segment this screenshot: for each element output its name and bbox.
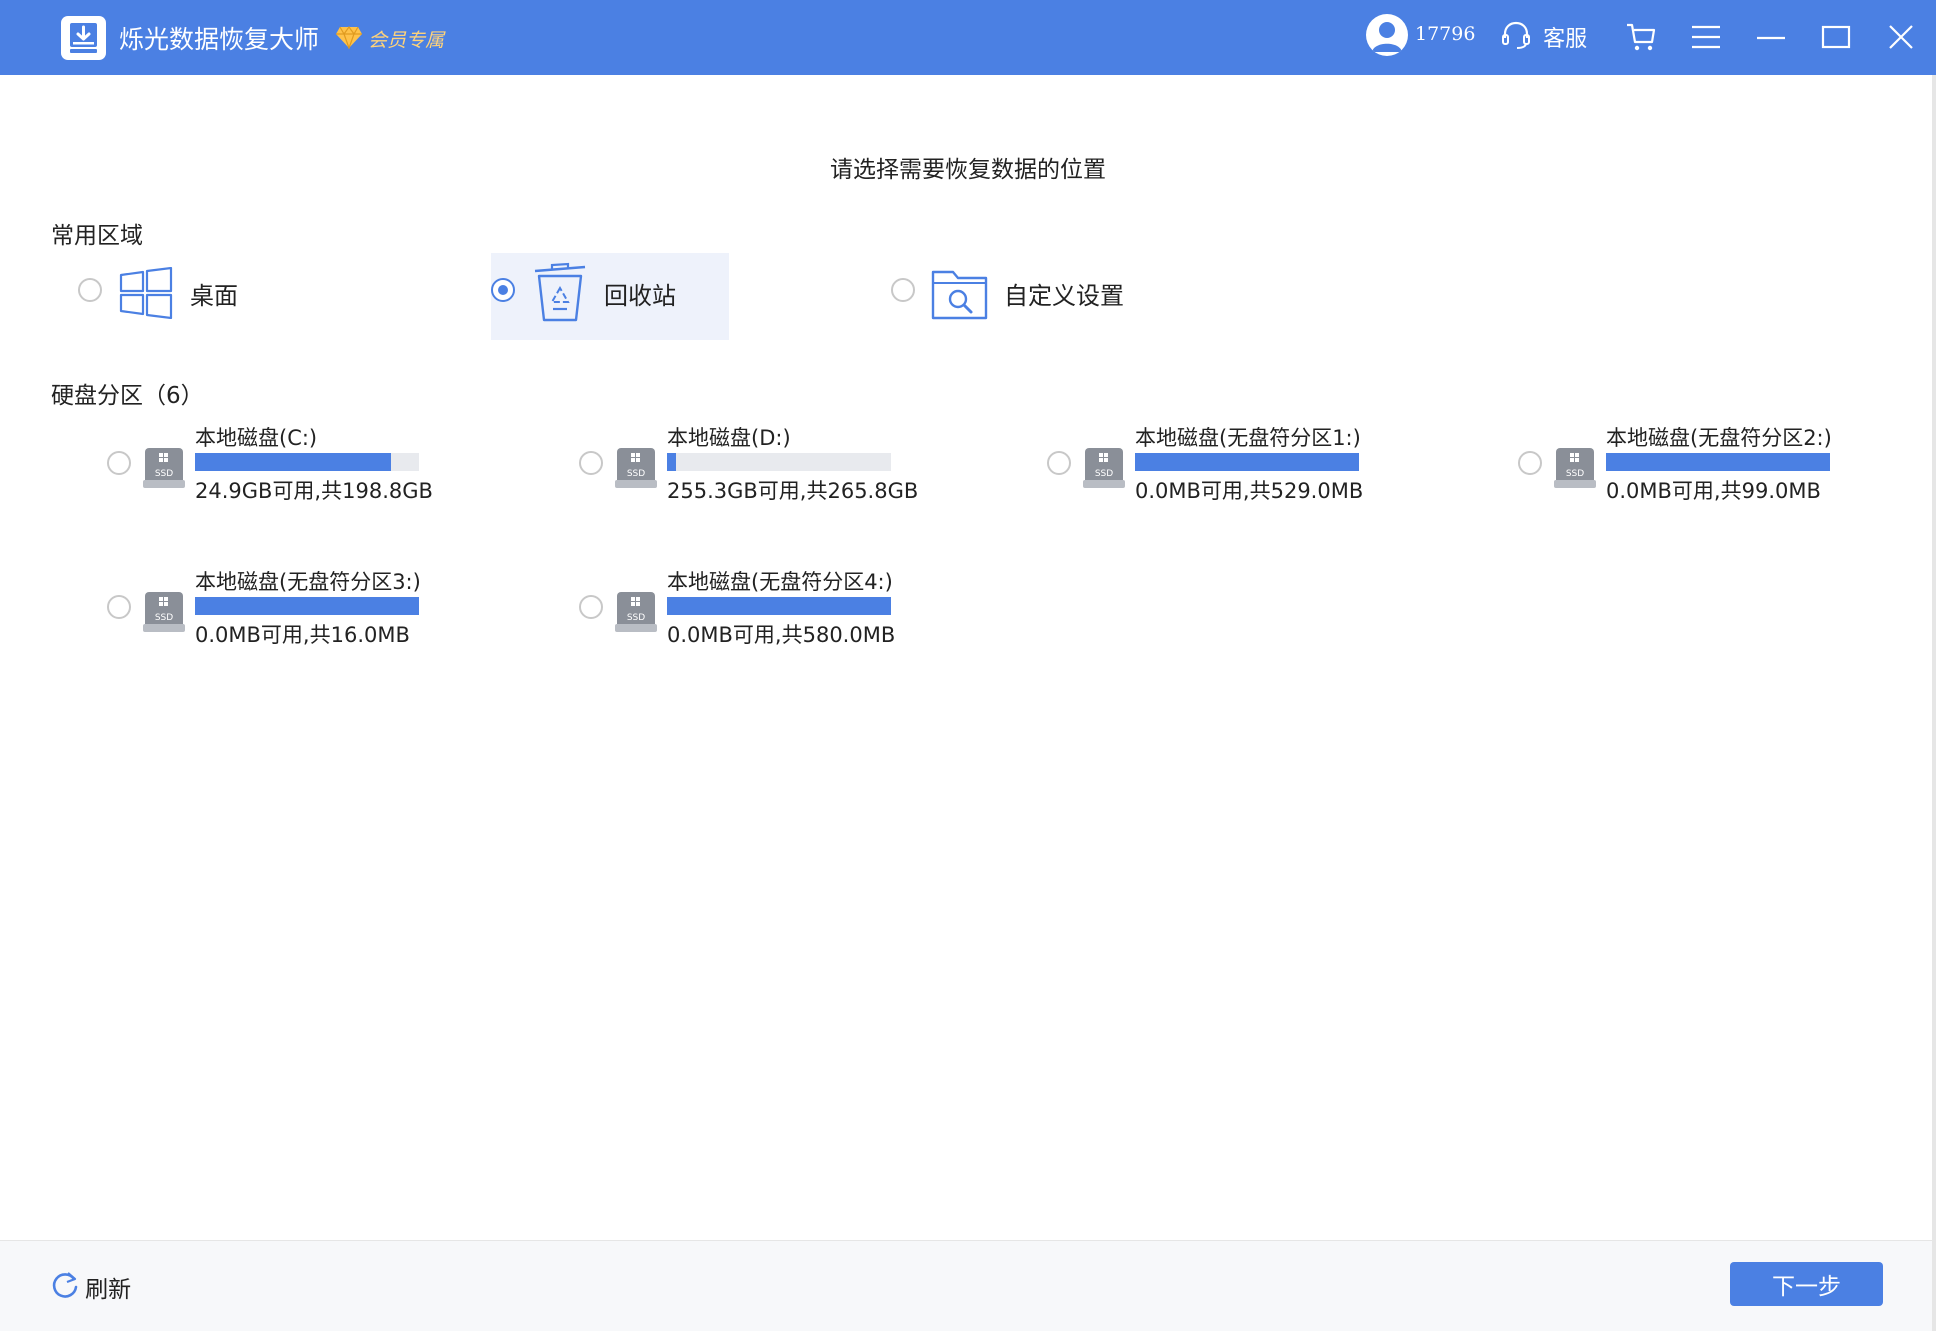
location-label-custom[interactable]: 自定义设置 — [1004, 276, 1124, 311]
ssd-drive-icon: SSD — [1081, 446, 1127, 494]
ssd-drive-icon: SSD — [1552, 446, 1598, 494]
drive-usage-fill — [195, 597, 419, 615]
ssd-drive-icon: SSD — [141, 590, 187, 638]
drive-size-text: 255.3GB可用,共265.8GB — [667, 479, 919, 503]
drive-item[interactable]: SSD 本地磁盘(无盘符分区1:) 0.0MB可用,共529.0MB — [1047, 422, 1363, 503]
vip-label: 会员专属 — [368, 29, 445, 52]
close-icon[interactable] — [1881, 17, 1921, 57]
drive-item[interactable]: SSD 本地磁盘(D:) 255.3GB可用,共265.8GB — [579, 422, 918, 503]
location-recycle-bin[interactable] — [491, 278, 515, 302]
folder-search-icon — [931, 267, 989, 325]
menu-icon[interactable] — [1686, 17, 1726, 57]
diamond-icon — [335, 25, 363, 53]
drive-usage-fill — [195, 453, 391, 471]
drive-name: 本地磁盘(C:) — [195, 426, 318, 450]
disk-section-title: 硬盘分区（6） — [51, 383, 204, 409]
drive-radio[interactable] — [579, 595, 603, 619]
svg-text:SSD: SSD — [1095, 469, 1113, 479]
support-button[interactable]: 客服 — [1500, 19, 1587, 57]
drive-usage-bar — [667, 597, 891, 615]
drive-usage-bar — [1135, 453, 1359, 471]
next-step-button[interactable]: 下一步 — [1730, 1262, 1883, 1306]
ssd-drive-icon: SSD — [613, 446, 659, 494]
drive-size-text: 24.9GB可用,共198.8GB — [195, 479, 433, 503]
svg-text:SSD: SSD — [155, 613, 173, 623]
scrollbar[interactable] — [1932, 75, 1936, 1331]
page-title: 请选择需要恢复数据的位置 — [830, 157, 1106, 183]
drive-radio[interactable] — [107, 595, 131, 619]
drive-size-text: 0.0MB可用,共16.0MB — [195, 623, 410, 647]
app-title: 烁光数据恢复大师 — [119, 25, 320, 54]
app-logo-icon — [61, 16, 106, 60]
drive-radio[interactable] — [107, 451, 131, 475]
drive-name: 本地磁盘(无盘符分区3:) — [195, 570, 421, 594]
drive-usage-bar — [667, 453, 891, 471]
cart-icon[interactable] — [1621, 17, 1661, 57]
svg-text:SSD: SSD — [1566, 469, 1584, 479]
support-label: 客服 — [1543, 27, 1588, 52]
radio-desktop[interactable] — [78, 278, 102, 302]
drive-usage-bar — [195, 453, 419, 471]
drive-item[interactable]: SSD 本地磁盘(无盘符分区3:) 0.0MB可用,共16.0MB — [107, 566, 421, 647]
drive-item[interactable]: SSD 本地磁盘(无盘符分区4:) 0.0MB可用,共580.0MB — [579, 566, 895, 647]
drive-usage-fill — [667, 597, 891, 615]
headset-icon — [1500, 19, 1532, 55]
location-label-recycle-bin[interactable]: 回收站 — [604, 276, 676, 311]
drive-size-text: 0.0MB可用,共580.0MB — [667, 623, 896, 647]
vip-badge[interactable]: 会员专属 — [335, 25, 444, 55]
refresh-button[interactable]: 刷新 — [50, 1270, 131, 1304]
drive-size-text: 0.0MB可用,共99.0MB — [1606, 479, 1821, 503]
drive-radio[interactable] — [1047, 451, 1071, 475]
ssd-drive-icon: SSD — [141, 446, 187, 494]
minimize-icon[interactable] — [1751, 17, 1791, 57]
drive-item[interactable]: SSD 本地磁盘(C:) 24.9GB可用,共198.8GB — [107, 422, 433, 503]
drive-usage-fill — [1135, 453, 1359, 471]
location-custom[interactable] — [891, 278, 915, 302]
avatar-icon[interactable] — [1366, 14, 1408, 56]
svg-text:SSD: SSD — [627, 613, 645, 623]
radio-recycle-bin[interactable] — [491, 278, 515, 302]
refresh-icon — [50, 1270, 80, 1304]
drive-size-text: 0.0MB可用,共529.0MB — [1135, 479, 1364, 503]
drive-name: 本地磁盘(无盘符分区2:) — [1606, 426, 1832, 450]
drive-radio[interactable] — [579, 451, 603, 475]
drive-usage-fill — [667, 453, 676, 471]
refresh-label: 刷新 — [85, 1277, 132, 1303]
drive-usage-bar — [1606, 453, 1830, 471]
drive-radio[interactable] — [1518, 451, 1542, 475]
drive-name: 本地磁盘(无盘符分区1:) — [1135, 426, 1361, 450]
drive-name: 本地磁盘(无盘符分区4:) — [667, 570, 893, 594]
footer-bar — [0, 1240, 1932, 1331]
drive-usage-fill — [1606, 453, 1830, 471]
location-desktop[interactable] — [78, 278, 102, 302]
location-label-desktop[interactable]: 桌面 — [190, 276, 238, 311]
radio-custom[interactable] — [891, 278, 915, 302]
windows-icon — [119, 266, 173, 323]
drive-usage-bar — [195, 597, 419, 615]
drive-name: 本地磁盘(D:) — [667, 426, 791, 450]
drive-item[interactable]: SSD 本地磁盘(无盘符分区2:) 0.0MB可用,共99.0MB — [1518, 422, 1832, 503]
user-id: 17796 — [1415, 23, 1476, 45]
recycle-bin-icon — [531, 262, 589, 328]
svg-text:SSD: SSD — [627, 469, 645, 479]
common-section-title: 常用区域 — [51, 223, 143, 249]
maximize-icon[interactable] — [1816, 17, 1856, 57]
svg-text:SSD: SSD — [155, 469, 173, 479]
ssd-drive-icon: SSD — [613, 590, 659, 638]
